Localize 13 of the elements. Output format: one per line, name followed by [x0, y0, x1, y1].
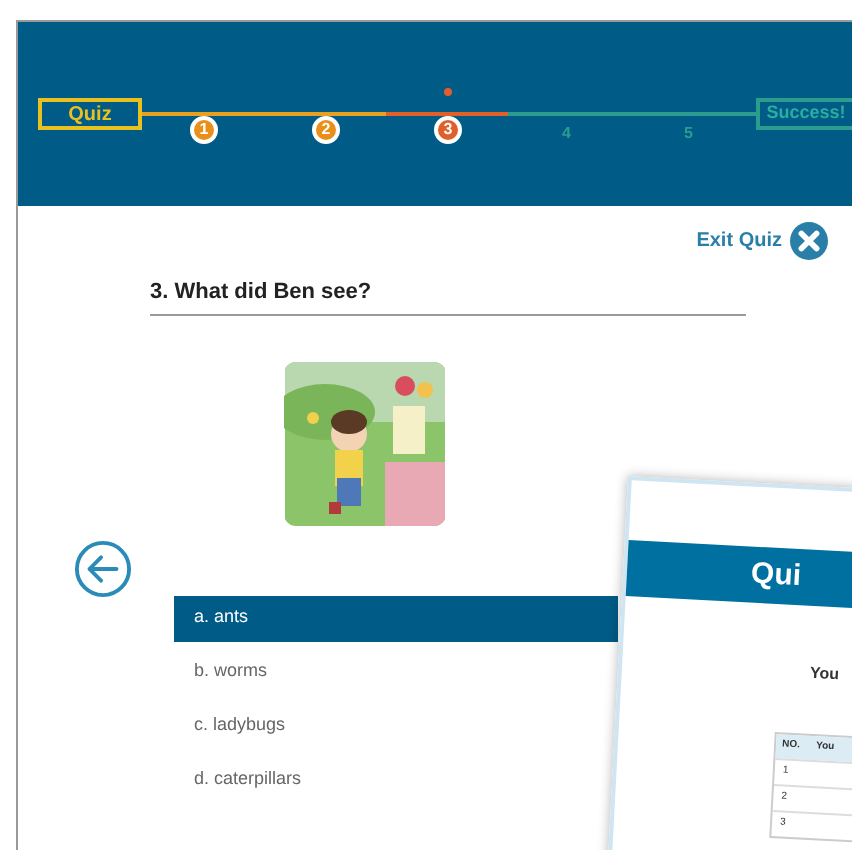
question-text: 3. What did Ben see? — [150, 278, 374, 308]
close-icon — [790, 222, 828, 260]
step-number: 2 — [312, 116, 340, 144]
step-number: 1 — [190, 116, 218, 144]
exit-quiz-button[interactable]: Exit Quiz — [696, 222, 828, 260]
results-title: Qui — [749, 554, 803, 597]
results-heading: You — [809, 663, 840, 684]
quiz-label: Quiz — [38, 98, 142, 130]
step-number: 4 — [562, 122, 571, 146]
answer-option[interactable]: a. ants — [174, 595, 618, 641]
success-label: Success! — [756, 98, 852, 130]
step-number: 3 — [434, 116, 462, 144]
step-number: 5 — [684, 122, 693, 146]
